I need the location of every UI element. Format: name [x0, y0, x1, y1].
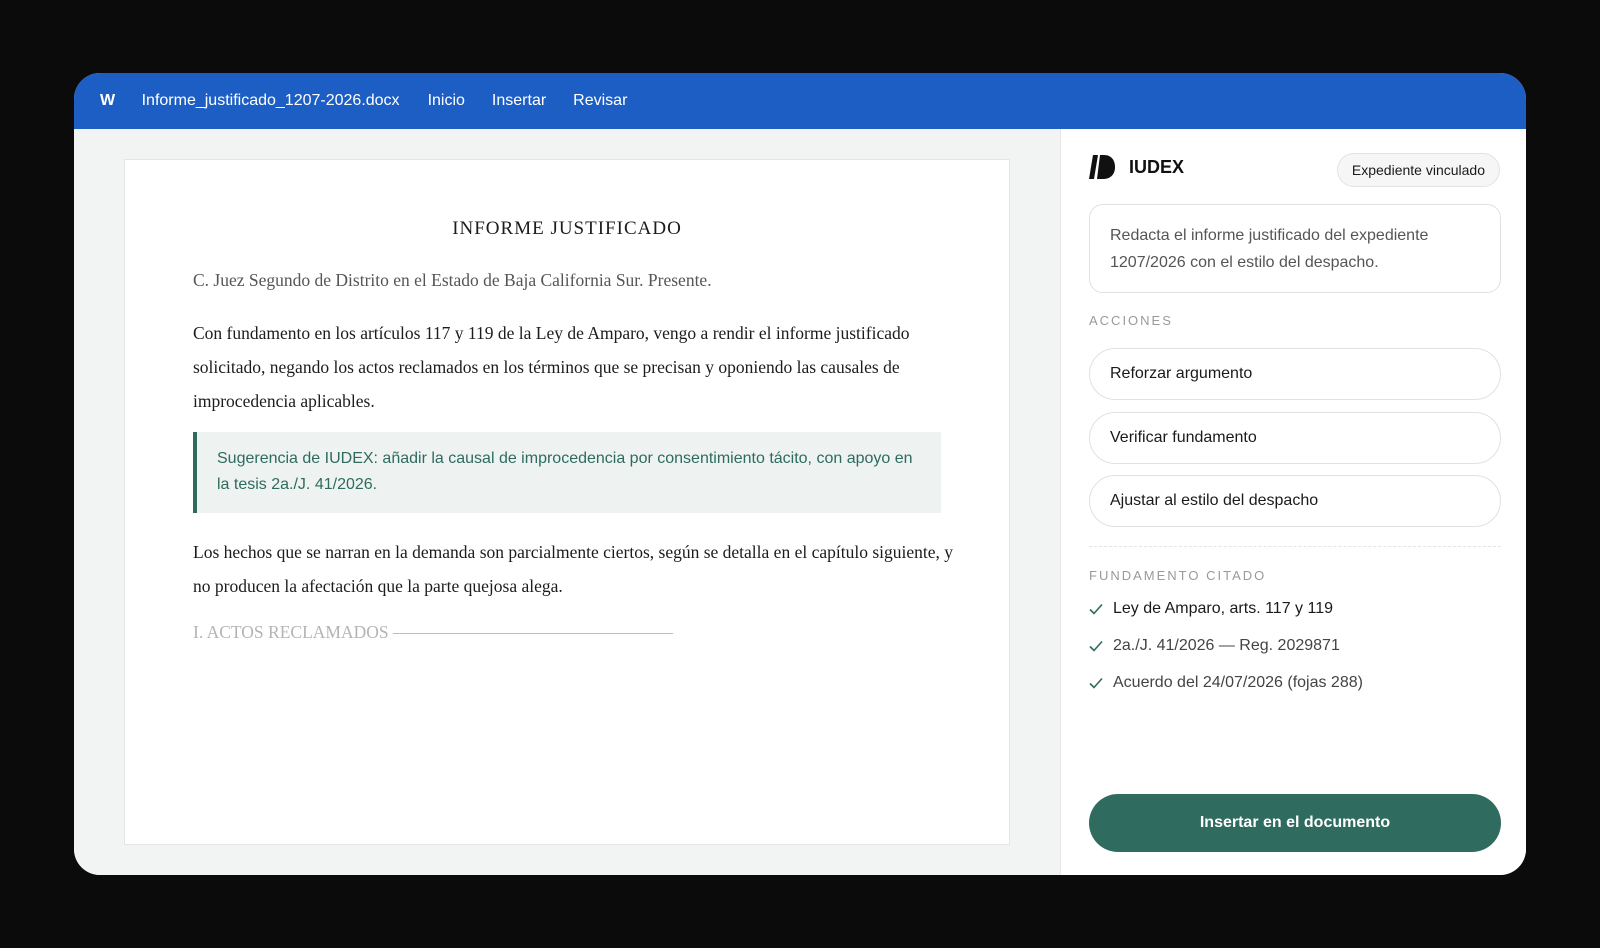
citation-item: Ley de Amparo, arts. 117 y 119 — [1089, 600, 1333, 618]
app-window: W Informe_justificado_1207-2026.docx Ini… — [74, 73, 1526, 875]
document-page[interactable]: INFORME JUSTIFICADO C. Juez Segundo de D… — [124, 159, 1010, 845]
iudex-sidebar: IUDEX Expediente vinculado Redacta el in… — [1060, 129, 1526, 875]
document-title: INFORME JUSTIFICADO — [452, 218, 682, 239]
divider — [1089, 546, 1501, 547]
citation-item: Acuerdo del 24/07/2026 (fojas 288) — [1089, 674, 1363, 692]
linked-file-badge[interactable]: Expediente vinculado — [1336, 153, 1500, 187]
citation-item: 2a./J. 41/2026 — Reg. 2029871 — [1089, 637, 1340, 655]
verificar-fundamento-button[interactable]: Verificar fundamento — [1089, 412, 1501, 464]
ajustar-estilo-button[interactable]: Ajustar al estilo del despacho — [1089, 475, 1501, 527]
menu-revisar[interactable]: Revisar — [573, 92, 627, 110]
section-heading-placeholder: I. ACTOS RECLAMADOS ———————————————— — [193, 622, 673, 642]
fundamento-label: FUNDAMENTO CITADO — [1089, 568, 1267, 583]
citation-text: Acuerdo del 24/07/2026 (fojas 288) — [1113, 674, 1363, 691]
iudex-logo-icon — [1089, 155, 1115, 179]
citation-text: 2a./J. 41/2026 — Reg. 2029871 — [1113, 637, 1340, 654]
insert-into-document-button[interactable]: Insertar en el documento — [1089, 794, 1501, 852]
document-addressee: C. Juez Segundo de Distrito en el Estado… — [193, 270, 712, 290]
iudex-suggestion: Sugerencia de IUDEX: añadir la causal de… — [193, 432, 941, 513]
document-paragraph: Con fundamento en los artículos 117 y 11… — [193, 323, 910, 411]
document-area: INFORME JUSTIFICADO C. Juez Segundo de D… — [74, 129, 1060, 875]
check-icon — [1089, 640, 1103, 652]
prompt-box[interactable]: Redacta el informe justificado del exped… — [1089, 204, 1501, 293]
document-paragraph: Los hechos que se narran en la demanda s… — [193, 542, 954, 596]
menu-insertar[interactable]: Insertar — [492, 92, 546, 110]
brand-name: IUDEX — [1129, 156, 1185, 177]
word-app-logo: W — [100, 92, 116, 109]
reforzar-argumento-button[interactable]: Reforzar argumento — [1089, 348, 1501, 400]
top-bar: W Informe_justificado_1207-2026.docx Ini… — [74, 73, 1526, 129]
brand: IUDEX — [1089, 155, 1184, 179]
citation-text: Ley de Amparo, arts. 117 y 119 — [1113, 600, 1333, 617]
actions-label: ACCIONES — [1089, 313, 1173, 328]
check-icon — [1089, 677, 1103, 689]
check-icon — [1089, 603, 1103, 615]
document-filename: Informe_justificado_1207-2026.docx — [141, 92, 400, 109]
menu-inicio[interactable]: Inicio — [428, 92, 465, 110]
